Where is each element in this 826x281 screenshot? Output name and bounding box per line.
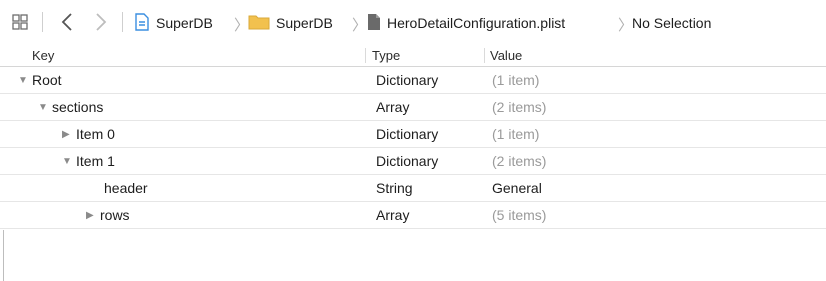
column-divider[interactable] [365, 48, 366, 63]
row-key: ▶ Item 0 [62, 126, 115, 142]
row-type[interactable]: Dictionary [376, 153, 438, 169]
row-key: ▼ Item 1 [62, 153, 115, 169]
table-row[interactable]: ▶ Item 0 Dictionary (1 item) [0, 121, 826, 148]
key-label: Item 0 [76, 126, 115, 142]
back-arrow-icon[interactable] [60, 11, 74, 33]
key-label: rows [100, 207, 130, 223]
key-label: sections [52, 99, 104, 115]
breadcrumb-label: SuperDB [156, 15, 213, 31]
toolbar-divider [42, 12, 43, 32]
jump-bar: SuperDB 〉 SuperDB 〉 HeroDetailConfigurat… [0, 0, 826, 44]
breadcrumb-label: HeroDetailConfiguration.plist [387, 15, 566, 31]
related-items-grid-icon[interactable] [12, 14, 28, 30]
row-type[interactable]: Dictionary [376, 72, 438, 88]
row-value[interactable]: General [492, 180, 542, 196]
row-key: ▼ sections [38, 99, 103, 115]
chevron-right-icon: 〉 [352, 17, 368, 34]
forward-arrow-icon[interactable] [94, 11, 108, 33]
key-label: Root [32, 72, 62, 88]
breadcrumb-selection[interactable]: No Selection [632, 13, 711, 33]
breadcrumb-label: No Selection [632, 15, 712, 31]
project-file-icon [134, 12, 150, 34]
table-row[interactable]: ▼ Root Dictionary (1 item) [0, 67, 826, 94]
row-key: ▶ rows [86, 207, 130, 223]
row-type[interactable]: Array [376, 207, 409, 223]
disclosure-collapsed-icon[interactable]: ▶ [86, 210, 98, 221]
window-edge [3, 230, 4, 281]
row-type[interactable]: Array [376, 99, 409, 115]
row-value: (2 items) [492, 99, 547, 115]
column-divider[interactable] [484, 48, 485, 63]
chevron-right-icon: 〉 [234, 17, 250, 34]
breadcrumb-file[interactable]: HeroDetailConfiguration.plist [367, 13, 565, 33]
empty-list-area [0, 230, 826, 281]
row-key: header [104, 180, 148, 196]
breadcrumb-folder[interactable]: SuperDB [248, 13, 333, 33]
chevron-right-icon: 〉 [618, 17, 634, 34]
row-value: (5 items) [492, 207, 547, 223]
key-label: header [104, 180, 148, 196]
folder-icon [248, 13, 270, 33]
column-header-type[interactable]: Type [372, 48, 400, 63]
column-header-key[interactable]: Key [32, 48, 54, 63]
plist-file-icon [367, 13, 381, 34]
key-label: Item 1 [76, 153, 115, 169]
row-value: (1 item) [492, 72, 540, 88]
disclosure-expanded-icon[interactable]: ▼ [62, 156, 74, 167]
table-row[interactable]: ▶ rows Array (5 items) [0, 202, 826, 229]
row-type[interactable]: String [376, 180, 413, 196]
breadcrumb-project[interactable]: SuperDB [134, 12, 213, 34]
row-key: ▼ Root [18, 72, 62, 88]
table-row[interactable]: ▼ sections Array (2 items) [0, 94, 826, 121]
row-value: (1 item) [492, 126, 540, 142]
disclosure-expanded-icon[interactable]: ▼ [38, 102, 50, 113]
column-header-value[interactable]: Value [490, 48, 522, 63]
property-list-rows: ▼ Root Dictionary (1 item) ▼ sections Ar… [0, 67, 826, 229]
breadcrumb-label: SuperDB [276, 15, 333, 31]
toolbar-divider [122, 12, 123, 32]
disclosure-expanded-icon[interactable]: ▼ [18, 75, 30, 86]
property-list-header: Key Type Value [0, 44, 826, 67]
disclosure-collapsed-icon[interactable]: ▶ [62, 129, 74, 140]
table-row[interactable]: header String General [0, 175, 826, 202]
table-row[interactable]: ▼ Item 1 Dictionary (2 items) [0, 148, 826, 175]
row-value: (2 items) [492, 153, 547, 169]
row-type[interactable]: Dictionary [376, 126, 438, 142]
